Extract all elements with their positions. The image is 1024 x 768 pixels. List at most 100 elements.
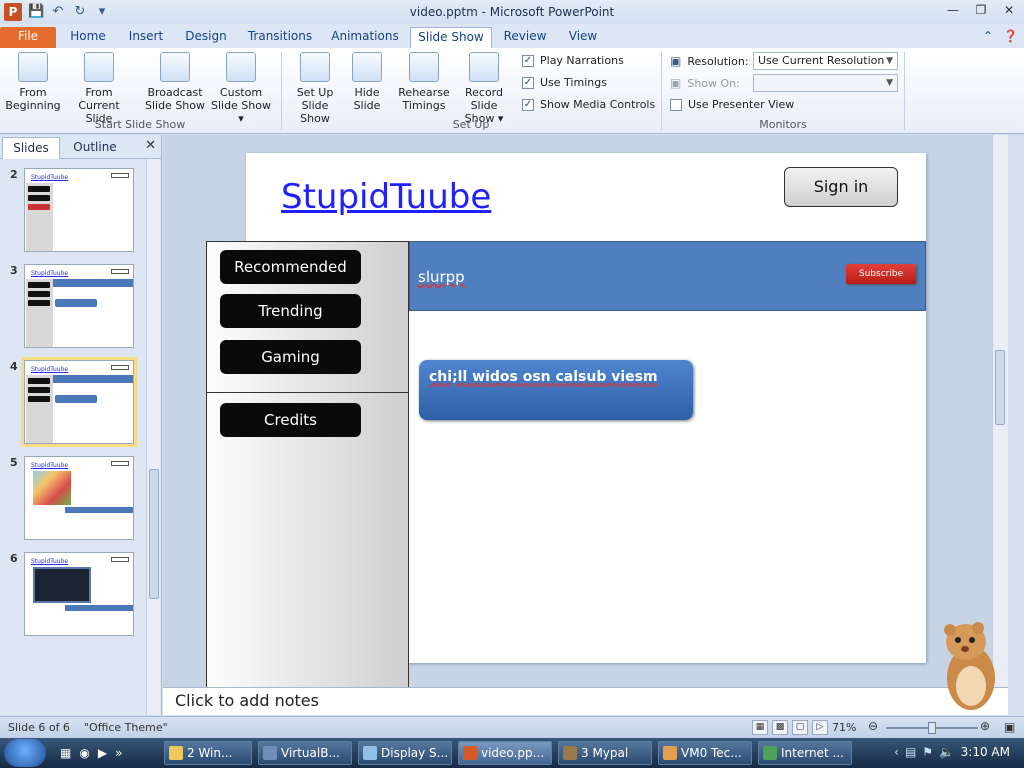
start-slide-show-group-label: Start Slide Show (94, 118, 186, 131)
reading-view-icon[interactable]: ▢ (792, 720, 808, 735)
scrollbar-thumb[interactable] (149, 469, 159, 599)
pane-tabs: Slides Outline ✕ (0, 135, 162, 159)
taskbar-item-internet[interactable]: Internet ... (758, 741, 852, 765)
set-up-slide-show-button[interactable]: Set Up Slide Show (286, 52, 344, 125)
slide-thumbnail[interactable]: StupidTuube (24, 264, 134, 348)
zoom-in-icon[interactable]: ⊕ (980, 719, 990, 733)
tab-review[interactable]: Review (498, 27, 552, 48)
sign-in-button[interactable]: Sign in (784, 167, 898, 207)
tab-insert[interactable]: Insert (120, 27, 172, 48)
volume-icon[interactable]: 🔈 (939, 745, 954, 759)
nav-gaming-button[interactable]: Gaming (220, 340, 361, 374)
show-media-controls-checkbox[interactable]: ✓ (522, 98, 534, 111)
mypal-icon (563, 746, 577, 760)
tray-expand-icon[interactable]: ‹ (894, 745, 899, 759)
folder-icon (169, 746, 183, 760)
tab-slides[interactable]: Slides (2, 137, 60, 159)
restore-icon[interactable]: ❐ (974, 3, 988, 17)
subscribe-button[interactable]: Subscribe (846, 264, 916, 284)
taskbar-item-virtualbox[interactable]: VirtualB... (258, 741, 352, 765)
tab-file[interactable]: File (0, 27, 56, 48)
broadcast-slide-show-button[interactable]: Broadcast Slide Show (144, 52, 206, 112)
tab-slide-show[interactable]: Slide Show (410, 27, 492, 48)
slide-thumbnail[interactable]: StupidTuube (24, 456, 134, 540)
tab-transitions[interactable]: Transitions (240, 27, 320, 48)
chevron-down-icon: ▼ (886, 56, 893, 66)
fit-slide-icon[interactable]: ▣ (1004, 720, 1015, 734)
slide-thumbnail[interactable]: StupidTuube (24, 360, 134, 444)
normal-view-icon[interactable]: ▦ (752, 720, 768, 735)
tab-design[interactable]: Design (178, 27, 234, 48)
zoom-slider[interactable]: ⊖ ⊕ (866, 719, 994, 735)
from-beginning-button[interactable]: From Beginning (4, 52, 62, 112)
resolution-select[interactable]: Use Current Resolution ▼ (753, 52, 898, 70)
status-bar: Slide 6 of 6 "Office Theme" ▦ ▩ ▢ ▷ 71% … (0, 716, 1024, 738)
notes-pane[interactable]: Click to add notes (163, 687, 1008, 715)
play-narrations-option[interactable]: ✓ Play Narrations (522, 54, 624, 67)
taskbar-clock[interactable]: 3:10 AM (961, 745, 1010, 759)
presenter-view-checkbox[interactable] (670, 98, 682, 111)
custom-slide-show-button[interactable]: Custom Slide Show ▾ (208, 52, 274, 125)
more-icon[interactable]: » (115, 746, 122, 760)
editing-area-scrollbar[interactable] (992, 135, 1008, 687)
chevron-down-icon: ▼ (886, 78, 893, 88)
action-center-icon[interactable]: ⚑ (922, 745, 933, 759)
help-icon[interactable]: ❓ (1003, 29, 1018, 43)
ribbon-right-controls: ⌃ ❓ (983, 29, 1018, 43)
show-desktop-icon[interactable]: ▦ (60, 746, 71, 760)
tab-outline[interactable]: Outline (62, 137, 128, 159)
zoom-out-icon[interactable]: ⊖ (868, 719, 878, 733)
hide-slide-icon (352, 52, 382, 82)
close-icon[interactable]: ✕ (145, 138, 156, 153)
tab-animations[interactable]: Animations (326, 27, 404, 48)
site-title-link[interactable]: StupidTuube (281, 177, 491, 217)
credits-button[interactable]: Credits (220, 403, 361, 437)
minimize-ribbon-icon[interactable]: ⌃ (983, 29, 993, 43)
slides-pane-scrollbar[interactable] (146, 159, 160, 715)
taskbar-item-display-settings[interactable]: Display S... (358, 741, 452, 765)
network-icon[interactable]: ▤ (905, 745, 916, 759)
show-media-controls-option[interactable]: ✓ Show Media Controls (522, 98, 655, 111)
show-on-select: ▼ (753, 74, 898, 92)
screen-icon (84, 52, 114, 82)
channel-header-bar: slurpp Subscribe (409, 241, 926, 311)
video-item[interactable]: chi;ll widos osn calsub viesm (419, 360, 693, 420)
close-icon[interactable]: ✕ (1002, 3, 1016, 17)
nav-trending-button[interactable]: Trending (220, 294, 361, 328)
theme-name: "Office Theme" (84, 721, 168, 734)
slide-show-view-icon[interactable]: ▷ (812, 720, 828, 735)
slide-sorter-icon[interactable]: ▩ (772, 720, 788, 735)
browser-icon[interactable]: ◉ (79, 746, 89, 760)
from-current-slide-button[interactable]: From Current Slide (64, 52, 134, 125)
play-narrations-checkbox[interactable]: ✓ (522, 54, 534, 67)
slide-canvas[interactable]: StupidTuube Sign in Recommended Trending… (206, 153, 926, 687)
media-icon[interactable]: ▶ (98, 746, 107, 760)
taskbar-item-windows[interactable]: 2 Win... (164, 741, 252, 765)
use-timings-checkbox[interactable]: ✓ (522, 76, 534, 89)
slide-thumbnail[interactable]: StupidTuube (24, 168, 134, 252)
rehearse-timings-button[interactable]: Rehearse Timings (396, 52, 452, 112)
monitor-icon: ▣ (670, 54, 682, 68)
window-title: video.pptm - Microsoft PowerPoint (409, 5, 615, 19)
monitors-group-label: Monitors (759, 118, 807, 131)
scrollbar-thumb[interactable] (995, 350, 1005, 425)
start-button-icon[interactable] (4, 739, 46, 767)
play-screen-icon (18, 52, 48, 82)
zoom-level[interactable]: 71% (832, 721, 856, 734)
title-bar: P 💾 ↶ ↻ ▾ video.pptm - Microsoft PowerPo… (0, 0, 1024, 24)
quick-launch: ▦ ◉ ▶ » (60, 746, 122, 760)
slide-thumbnail[interactable]: StupidTuube (24, 552, 134, 636)
presenter-view-option[interactable]: Use Presenter View (670, 98, 794, 111)
taskbar-item-powerpoint[interactable]: video.pp... (458, 741, 552, 765)
tab-view[interactable]: View (558, 27, 608, 48)
use-timings-option[interactable]: ✓ Use Timings (522, 76, 607, 89)
set-up-group-label: Set Up (452, 118, 490, 131)
record-slide-show-button[interactable]: Record Slide Show ▾ (452, 52, 516, 125)
taskbar-item-vm0[interactable]: VM0 Tec... (658, 741, 752, 765)
zoom-slider-handle[interactable] (928, 722, 936, 734)
minimize-icon[interactable]: — (946, 3, 960, 17)
nav-recommended-button[interactable]: Recommended (220, 250, 361, 284)
hide-slide-button[interactable]: Hide Slide (348, 52, 386, 112)
taskbar-item-mypal[interactable]: 3 Mypal (558, 741, 652, 765)
tab-home[interactable]: Home (62, 27, 114, 48)
